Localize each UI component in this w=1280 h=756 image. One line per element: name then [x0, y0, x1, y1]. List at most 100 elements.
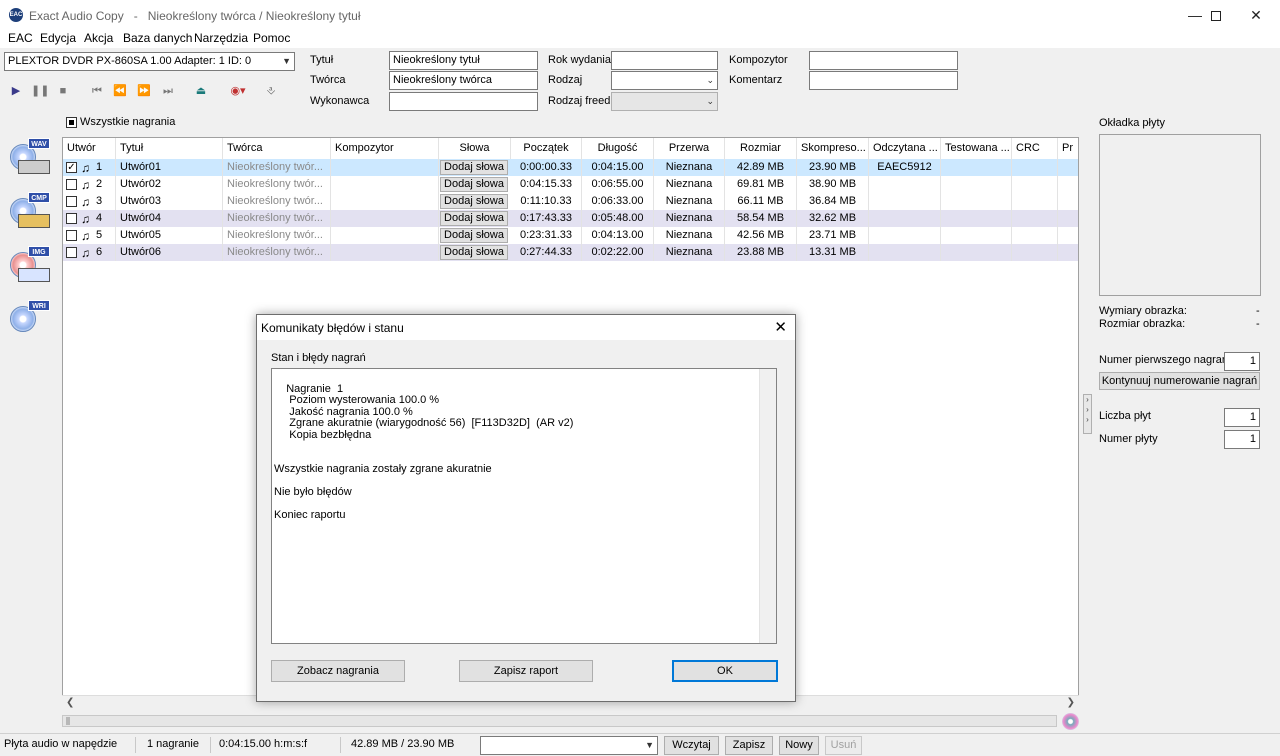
report-vertical-scrollbar[interactable] [759, 369, 776, 643]
add-lyrics-button[interactable]: Dodaj słowa [440, 194, 508, 209]
track-title[interactable]: Utwór01 [116, 159, 223, 176]
performer-field[interactable] [389, 92, 538, 111]
col-lyrics[interactable]: Słowa [439, 138, 511, 159]
track-checkbox[interactable] [66, 196, 77, 207]
save-report-button[interactable]: Zapisz raport [459, 660, 593, 682]
close-icon[interactable]: ✕ [774, 318, 787, 336]
drive-options-icon[interactable]: ⎀ [261, 83, 281, 99]
track-checkbox[interactable] [66, 247, 77, 258]
menu-eac[interactable]: EAC [8, 31, 33, 45]
col-read-crc[interactable]: Odczytana ... [869, 138, 941, 159]
add-lyrics-button[interactable]: Dodaj słowa [440, 160, 508, 175]
track-checkbox[interactable] [66, 230, 77, 241]
pause-icon[interactable]: ❚❚ [31, 83, 49, 99]
cover-image-box[interactable] [1099, 134, 1261, 296]
track-composer[interactable] [331, 244, 439, 261]
continue-numbering-button[interactable]: Kontynuuj numerowanie nagrań [1099, 372, 1260, 390]
all-tracks-checkbox[interactable] [66, 117, 77, 128]
copy-wav-icon[interactable]: WAV [8, 138, 52, 180]
load-button[interactable]: Wczytaj [664, 736, 719, 755]
col-gap[interactable]: Przerwa [654, 138, 725, 159]
menu-action[interactable]: Akcja [84, 31, 113, 45]
close-icon[interactable]: ✕ [1233, 0, 1279, 30]
fast-forward-icon[interactable]: ⏩ [136, 83, 152, 99]
drive-select[interactable]: PLEXTOR DVDR PX-860SA 1.00 Adapter: 1 ID… [4, 52, 295, 71]
copy-image-icon[interactable]: IMG [8, 246, 52, 288]
rewind-icon[interactable]: ⏪ [112, 83, 128, 99]
menu-edit[interactable]: Edycja [40, 31, 76, 45]
table-row[interactable]: ♫ 4 Utwór04 Nieokreślony twór... Dodaj s… [63, 210, 1078, 227]
table-row[interactable]: ♫ 2 Utwór02 Nieokreślony twór... Dodaj s… [63, 176, 1078, 193]
track-title[interactable]: Utwór06 [116, 244, 223, 261]
track-creator[interactable]: Nieokreślony twór... [223, 244, 331, 261]
menu-database[interactable]: Baza danych [123, 31, 192, 45]
composer-field[interactable] [809, 51, 958, 70]
disc-count-field[interactable]: 1 [1224, 408, 1260, 427]
first-track-number-field[interactable]: 1 [1224, 352, 1260, 371]
stop-icon[interactable]: ■ [55, 83, 71, 99]
creator-field[interactable]: Nieokreślony twórca [389, 71, 538, 90]
col-size[interactable]: Rozmiar [725, 138, 797, 159]
col-start[interactable]: Początek [511, 138, 582, 159]
table-row[interactable]: ♫ 3 Utwór03 Nieokreślony twór... Dodaj s… [63, 193, 1078, 210]
profile-select[interactable]: ▼ [480, 736, 658, 755]
track-title[interactable]: Utwór02 [116, 176, 223, 193]
col-compressed[interactable]: Skompreso... [797, 138, 869, 159]
track-creator[interactable]: Nieokreślony twór... [223, 159, 331, 176]
genre-select[interactable]: ⌄ [611, 71, 718, 90]
track-composer[interactable] [331, 193, 439, 210]
track-checkbox[interactable] [66, 213, 77, 224]
table-row[interactable]: ✓ ♫ 1 Utwór01 Nieokreślony twór... Dodaj… [63, 159, 1078, 176]
track-checkbox[interactable]: ✓ [66, 162, 77, 173]
ok-button[interactable]: OK [672, 660, 778, 682]
col-composer[interactable]: Kompozytor [331, 138, 439, 159]
col-title[interactable]: Tytuł [116, 138, 223, 159]
add-lyrics-button[interactable]: Dodaj słowa [440, 177, 508, 192]
year-field[interactable] [611, 51, 718, 70]
write-cd-icon[interactable]: WRI [8, 300, 52, 342]
col-track[interactable]: Utwór [63, 138, 116, 159]
previous-track-icon[interactable]: ⏮ [89, 83, 105, 99]
track-composer[interactable] [331, 227, 439, 244]
track-title[interactable]: Utwór05 [116, 227, 223, 244]
table-row[interactable]: ♫ 5 Utwór05 Nieokreślony twór... Dodaj s… [63, 227, 1078, 244]
comment-field[interactable] [809, 71, 958, 90]
track-creator[interactable]: Nieokreślony twór... [223, 176, 331, 193]
track-composer[interactable] [331, 210, 439, 227]
col-crc[interactable]: CRC [1012, 138, 1058, 159]
disc-number-field[interactable]: 1 [1224, 430, 1260, 449]
title-field[interactable]: Nieokreślony tytuł [389, 51, 538, 70]
track-checkbox[interactable] [66, 179, 77, 190]
table-row[interactable]: ♫ 6 Utwór06 Nieokreślony twór... Dodaj s… [63, 244, 1078, 261]
cd-info-icon[interactable]: ◉▾ [226, 83, 250, 99]
delete-button[interactable]: Usuń [825, 736, 862, 755]
menu-help[interactable]: Pomoc [253, 31, 290, 45]
track-title[interactable]: Utwór03 [116, 193, 223, 210]
copy-compressed-icon[interactable]: CMP [8, 192, 52, 234]
track-creator[interactable]: Nieokreślony twór... [223, 227, 331, 244]
new-button[interactable]: Nowy [779, 736, 819, 755]
col-length[interactable]: Długość [582, 138, 654, 159]
track-creator[interactable]: Nieokreślony twór... [223, 210, 331, 227]
play-icon[interactable]: ▶ [8, 83, 24, 99]
view-tracks-button[interactable]: Zobacz nagrania [271, 660, 405, 682]
save-button[interactable]: Zapisz [725, 736, 773, 755]
panel-toggle-icon[interactable]: › › › [1083, 394, 1092, 434]
menu-tools[interactable]: Narzędzia [194, 31, 248, 45]
add-lyrics-button[interactable]: Dodaj słowa [440, 228, 508, 243]
eject-icon[interactable]: ⏏ [193, 83, 209, 99]
col-test-crc[interactable]: Testowana ... [941, 138, 1012, 159]
add-lyrics-button[interactable]: Dodaj słowa [440, 245, 508, 260]
add-lyrics-button[interactable]: Dodaj słowa [440, 211, 508, 226]
report-text-area[interactable]: Nagranie 1 Poziom wysterowania 100.0 % J… [271, 368, 777, 644]
col-pr[interactable]: Pr [1058, 138, 1078, 159]
next-track-icon[interactable]: ⏭ [160, 83, 176, 99]
freedb-genre-select[interactable]: ⌄ [611, 92, 718, 111]
track-creator[interactable]: Nieokreślony twór... [223, 193, 331, 210]
scroll-left-icon[interactable]: ❮ [66, 697, 74, 708]
scroll-right-icon[interactable]: ❯ [1067, 697, 1075, 708]
col-creator[interactable]: Twórca [223, 138, 331, 159]
track-title[interactable]: Utwór04 [116, 210, 223, 227]
track-composer[interactable] [331, 176, 439, 193]
track-composer[interactable] [331, 159, 439, 176]
